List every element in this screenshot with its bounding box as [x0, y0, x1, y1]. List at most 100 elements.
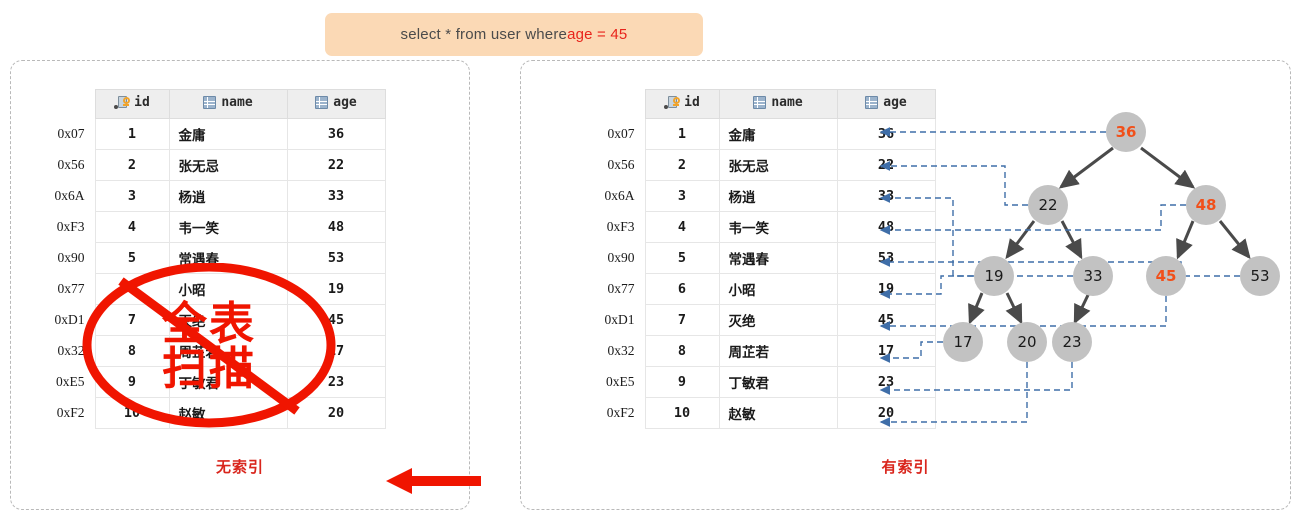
cell-age: 45: [286, 304, 386, 336]
cell-name: 金庸: [168, 118, 288, 150]
cell-id: 5: [94, 242, 170, 274]
cell-age: 53: [286, 242, 386, 274]
panel-with-index: id name age 0x07 1 金庸 36 0x56 2 张无忌 22 0…: [520, 60, 1291, 510]
cell-name: 常遇春: [168, 242, 288, 274]
cell-age: 17: [836, 335, 936, 367]
primary-key-icon: [114, 96, 131, 109]
cell-name: 周芷若: [718, 335, 838, 367]
cell-name: 张无忌: [718, 149, 838, 181]
btree-node[interactable]: 22: [1028, 185, 1068, 225]
table-row[interactable]: 0xF2 10 赵敏 20: [587, 397, 936, 429]
table-header-row: id name age: [587, 89, 936, 119]
table-row[interactable]: 0x90 5 常遇春 53: [37, 242, 386, 274]
column-icon: [753, 96, 767, 109]
sql-query-banner: select * from user where age = 45: [325, 13, 703, 56]
cell-name: 小昭: [718, 273, 838, 305]
table-row[interactable]: 0x56 2 张无忌 22: [37, 149, 386, 181]
cell-id: 7: [94, 304, 170, 336]
diagram-root: select * from user where age = 45 id nam…: [0, 0, 1301, 521]
cell-age: 23: [286, 366, 386, 398]
row-address: 0x56: [57, 157, 85, 172]
btree-node[interactable]: 45: [1146, 256, 1186, 296]
table-row[interactable]: 0x6A 3 杨逍 33: [587, 180, 936, 212]
address-header-spacer: [37, 90, 95, 119]
cell-age: 33: [836, 180, 936, 212]
btree-node[interactable]: 53: [1240, 256, 1280, 296]
table-row[interactable]: 0xD1 7 灭绝 45: [37, 304, 386, 336]
table-row[interactable]: 0xF2 10 赵敏 20: [37, 397, 386, 429]
row-address: 0x90: [607, 250, 635, 265]
table-row[interactable]: 0xD1 7 灭绝 45: [587, 304, 936, 336]
user-table: id name age 0x07 1 金庸 36 0x56 2 张无忌 22 0…: [37, 89, 386, 429]
cell-name: 丁敏君: [168, 366, 288, 398]
table-row[interactable]: 0xE5 9 丁敏君 23: [37, 366, 386, 398]
cell-name: 小昭: [168, 273, 288, 305]
btree-node[interactable]: 20: [1007, 322, 1047, 362]
column-header-name: name: [718, 89, 838, 119]
row-address: 0x32: [57, 343, 85, 358]
cell-age: 20: [286, 397, 386, 429]
row-address: 0x77: [607, 281, 635, 296]
table-row[interactable]: 0x32 8 周芷若 17: [587, 335, 936, 367]
column-header-id-label: id: [134, 95, 150, 110]
cell-age: 22: [286, 149, 386, 181]
row-address: 0x56: [607, 157, 635, 172]
cell-name: 赵敏: [168, 397, 288, 429]
cell-age: 23: [836, 366, 936, 398]
btree-node[interactable]: 23: [1052, 322, 1092, 362]
cell-age: 19: [836, 273, 936, 305]
btree-node[interactable]: 33: [1073, 256, 1113, 296]
btree-node[interactable]: 48: [1186, 185, 1226, 225]
panel-without-index: id name age 0x07 1 金庸 36 0x56 2 张无忌 22 0…: [10, 60, 481, 510]
cell-id: 10: [644, 397, 720, 429]
cell-id: 1: [94, 118, 170, 150]
caption-without-index: 无索引: [215, 459, 264, 476]
cell-id: 7: [644, 304, 720, 336]
cell-id: 2: [94, 149, 170, 181]
table-row[interactable]: 0xF3 4 韦一笑 48: [37, 211, 386, 243]
column-header-age: age: [286, 89, 386, 119]
column-header-age-label: age: [333, 95, 357, 110]
row-address: 0xF3: [56, 219, 85, 234]
cell-id: 9: [644, 366, 720, 398]
cell-age: 48: [836, 211, 936, 243]
column-header-id-label: id: [684, 95, 700, 110]
table-body-left: 0x07 1 金庸 36 0x56 2 张无忌 22 0x6A 3 杨逍 33 0xF3 4 韦一笑 48 0x…: [37, 118, 386, 429]
table-row[interactable]: 0x90 5 常遇春 53: [587, 242, 936, 274]
cell-name: 金庸: [718, 118, 838, 150]
cell-age: 22: [836, 149, 936, 181]
table-row[interactable]: 0x07 1 金庸 36: [587, 118, 936, 150]
cell-name: 丁敏君: [718, 366, 838, 398]
row-address: 0x07: [607, 126, 635, 141]
table-row[interactable]: 0x32 8 周芷若 17: [37, 335, 386, 367]
cell-id: 5: [644, 242, 720, 274]
row-address: 0xF3: [606, 219, 635, 234]
row-address: 0xF2: [606, 405, 635, 420]
column-icon: [203, 96, 217, 109]
row-address: 0xF2: [56, 405, 85, 420]
column-header-id: id: [644, 89, 720, 119]
address-header-spacer: [587, 90, 645, 119]
row-address: 0x32: [607, 343, 635, 358]
cell-id: 4: [94, 211, 170, 243]
cell-age: 53: [836, 242, 936, 274]
table-row[interactable]: 0x6A 3 杨逍 33: [37, 180, 386, 212]
btree-node[interactable]: 36: [1106, 112, 1146, 152]
table-row[interactable]: 0xE5 9 丁敏君 23: [587, 366, 936, 398]
row-address: 0x6A: [54, 188, 85, 203]
sql-query-highlight: age = 45: [567, 26, 628, 43]
table-row[interactable]: 0x56 2 张无忌 22: [587, 149, 936, 181]
column-icon: [865, 96, 879, 109]
table-row[interactable]: 0x77 6 小昭 19: [37, 273, 386, 305]
table-row[interactable]: 0x07 1 金庸 36: [37, 118, 386, 150]
user-table: id name age 0x07 1 金庸 36 0x56 2 张无忌 22 0…: [587, 89, 936, 429]
btree-node[interactable]: 17: [943, 322, 983, 362]
table-row[interactable]: 0xF3 4 韦一笑 48: [587, 211, 936, 243]
table-row[interactable]: 0x77 6 小昭 19: [587, 273, 936, 305]
row-address: 0xD1: [54, 312, 85, 327]
user-table-left: id name age 0x07 1 金庸 36 0x56 2 张无忌 22 0…: [37, 89, 386, 429]
btree-node[interactable]: 19: [974, 256, 1014, 296]
cell-age: 17: [286, 335, 386, 367]
cell-age: 33: [286, 180, 386, 212]
cell-age: 36: [836, 118, 936, 150]
